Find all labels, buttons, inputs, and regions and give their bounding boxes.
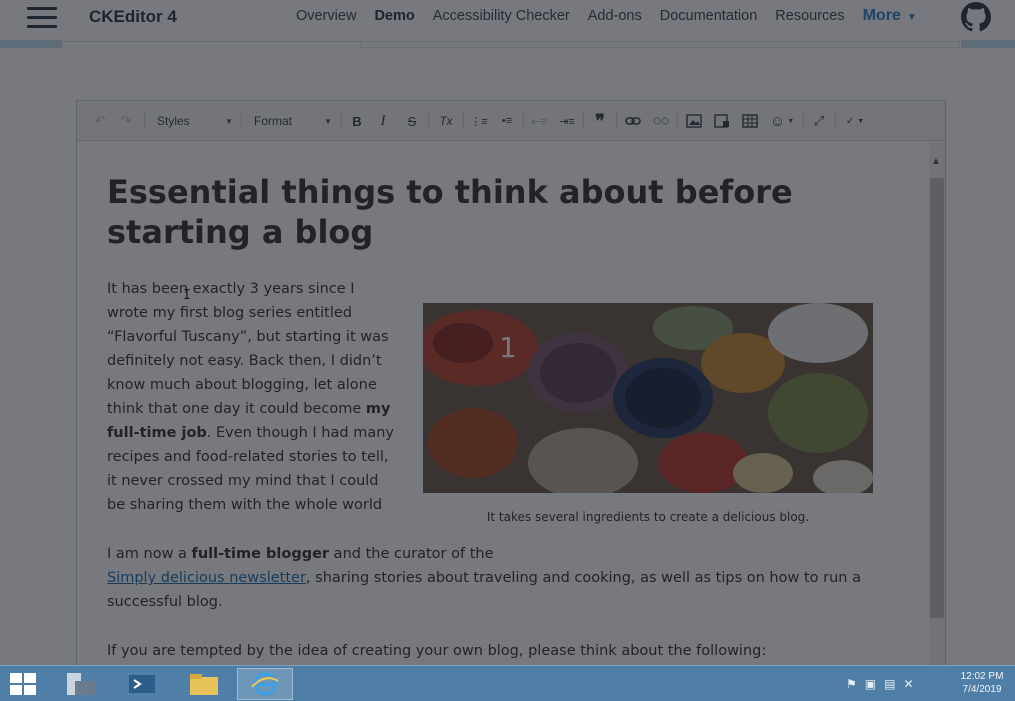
chevron-down-icon: ▼ [324,116,332,126]
nav-link-add-ons[interactable]: Add-ons [588,8,642,25]
file-explorer-icon[interactable] [176,668,232,700]
github-icon[interactable] [961,2,991,32]
spices-photo [423,303,873,493]
toolbar-separator [523,112,524,130]
table-icon[interactable] [740,111,760,131]
numbered-list-icon[interactable]: ⋮≡ [469,111,489,131]
nav-link-accessibility-checker[interactable]: Accessibility Checker [433,8,570,25]
remove-format-button[interactable]: Tx [435,111,457,131]
clock-date: 7/4/2019 [962,684,1002,695]
figure-spices-image[interactable]: 1 [423,303,873,493]
article-heading: Essential things to think about before s… [107,173,793,251]
unlink-icon[interactable] [651,111,671,131]
toolbar-separator [677,112,678,130]
editor-toolbar: ↶ ↷ Styles ▼ Format ▼ B I S Tx ⋮≡ •≡ ⇤≡ ⇥≡… [77,101,945,141]
accent-bar-left [0,40,62,48]
volume-muted-icon[interactable]: ✕ [903,677,913,691]
paragraph-2-text-b: and the curator of the [329,546,494,562]
demo-tab-outline [360,42,960,48]
italic-button[interactable]: I [374,111,392,131]
powershell-icon[interactable] [114,668,170,700]
hamburger-menu-icon[interactable] [27,7,57,29]
editor-content-area[interactable]: Essential things to think about before s… [77,142,929,665]
link-icon[interactable] [623,111,643,131]
clock-time: 12:02 PM [960,671,1004,682]
paragraph-2-text-a: I am now a [107,546,192,562]
server-manager-icon[interactable] [52,668,108,700]
system-tray: ⚑ ▣ ▤ ✕ [846,674,914,694]
windows-taskbar: ⚑ ▣ ▤ ✕ 12:02 PM 7/4/2019 [0,665,1015,701]
display-icon[interactable]: ▤ [884,677,895,691]
brand-logo-text[interactable]: CKEditor 4 [89,7,177,27]
nav-link-documentation[interactable]: Documentation [660,8,758,25]
outdent-icon[interactable]: ⇤≡ [529,111,549,131]
bold-button[interactable]: B [348,111,366,131]
editor-scrollbar[interactable]: ▲ [929,142,945,665]
maximize-icon[interactable]: ⤢ [809,111,829,131]
annotation-number: 1 [499,331,517,364]
nav-more-label: More [862,7,901,24]
format-label: Format [254,114,293,128]
text-cursor-icon: I [183,288,191,303]
nav-links: Overview Demo Accessibility Checker Add-… [296,7,935,25]
toolbar-separator [144,112,145,130]
paragraph-1-text-a: It has been exactly 3 years since I wrot… [107,281,389,417]
spellcheck-dropdown-icon[interactable]: ✓ ▼ [841,111,869,131]
flag-icon[interactable]: ⚑ [846,677,857,691]
chevron-down-icon: ▼ [906,12,917,23]
paragraph-1: It has been exactly 3 years since I wrot… [107,277,399,517]
nav-link-overview[interactable]: Overview [296,8,356,25]
toolbar-separator [428,112,429,130]
nav-link-resources[interactable]: Resources [775,8,844,25]
undo-icon[interactable]: ↶ [91,111,109,131]
toolbar-separator [341,112,342,130]
toolbar-separator [803,112,804,130]
indent-icon[interactable]: ⇥≡ [557,111,577,131]
strikethrough-button[interactable]: S [403,111,421,131]
toolbar-separator [583,112,584,130]
styles-label: Styles [157,114,190,128]
network-icon[interactable]: ▣ [865,677,876,691]
nav-link-demo[interactable]: Demo [374,8,414,25]
paragraph-3: If you are tempted by the idea of creati… [107,643,767,659]
redo-icon[interactable]: ↷ [117,111,135,131]
blockquote-icon[interactable]: ❞ [590,111,610,131]
chevron-down-icon: ▼ [225,116,233,126]
toolbar-separator [616,112,617,130]
ckeditor-instance: ↶ ↷ Styles ▼ Format ▼ B I S Tx ⋮≡ •≡ ⇤≡ ⇥≡… [76,100,946,665]
toolbar-separator [241,112,242,130]
taskbar-clock[interactable]: 12:02 PM 7/4/2019 [952,670,1012,696]
figure-caption: It takes several ingredients to create a… [486,510,810,524]
newsletter-link[interactable]: Simply delicious newsletter [107,570,306,586]
styles-dropdown[interactable]: Styles ▼ [153,111,235,131]
scroll-up-icon[interactable]: ▲ [931,156,941,167]
toolbar-separator [835,112,836,130]
emoji-dropdown-icon[interactable]: ☺ ▼ [768,111,796,131]
toolbar-separator [463,112,464,130]
top-navigation: CKEditor 4 Overview Demo Accessibility C… [0,0,1015,42]
format-dropdown[interactable]: Format ▼ [250,111,334,131]
scrollbar-thumb[interactable] [930,178,944,618]
paragraph-2: I am now a full-time blogger and the cur… [107,542,907,614]
browser-page: CKEditor 4 Overview Demo Accessibility C… [0,0,1015,665]
internet-explorer-icon[interactable] [237,668,293,700]
embed-media-icon[interactable] [712,111,732,131]
windows-start-icon[interactable] [6,670,40,698]
paragraph-2-bold: full-time blogger [191,546,330,562]
bulleted-list-icon[interactable]: •≡ [497,111,517,131]
accent-bar-right [961,40,1015,48]
nav-more-dropdown[interactable]: More ▼ [863,7,917,25]
image-icon[interactable] [684,111,704,131]
